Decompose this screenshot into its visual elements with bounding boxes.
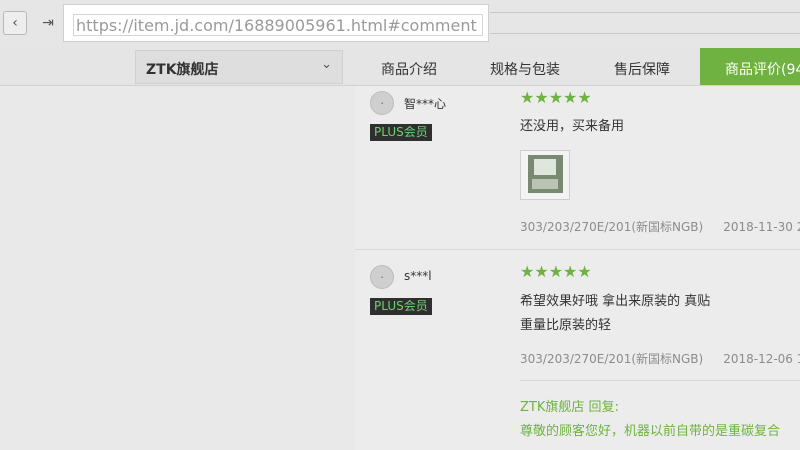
tab-specs-packaging[interactable]: 规格与包装: [490, 59, 560, 79]
address-bar: [63, 4, 489, 42]
review-date: 2018-11-30 20: [723, 220, 800, 234]
avatar[interactable]: ㆍ: [370, 91, 394, 115]
review-date: 2018-12-06 11: [723, 352, 800, 366]
review-meta: 303/203/270E/201(新国标NGB) 2018-12-06 11: [520, 350, 800, 367]
back-button[interactable]: ‹: [3, 11, 27, 35]
exit-button[interactable]: ⇥: [36, 11, 60, 35]
reviews-list: ㆍ 智***心 PLUS会员 ★★★★★ 还没用，买来备用 303/203/27…: [355, 86, 800, 450]
photo-image: [528, 155, 563, 193]
review-item: ㆍ 智***心 PLUS会员 ★★★★★ 还没用，买来备用 303/203/27…: [355, 86, 800, 250]
tab-reviews-label: 商品评价(94: [725, 62, 800, 78]
tab-after-sales[interactable]: 售后保障: [614, 59, 670, 79]
seller-reply-title: ZTK旗舰店 回复:: [520, 400, 619, 415]
face-icon: ㆍ: [376, 271, 388, 284]
star-rating: ★★★★★: [520, 262, 592, 281]
star-rating: ★★★★★: [520, 88, 592, 107]
reply-divider: [520, 380, 800, 381]
review-spec: 303/203/270E/201(新国标NGB): [520, 352, 704, 366]
review-photo-thumbnail[interactable]: [520, 150, 570, 200]
seller-reply-text: 尊敬的顾客您好，机器以前自带的是重碳复合: [520, 424, 781, 439]
shop-dropdown[interactable]: ZTK旗舰店 ⌄: [135, 50, 343, 84]
address-bar-extension: [490, 12, 800, 34]
review-item: ㆍ s***l PLUS会员 ★★★★★ 希望效果好哦 拿出来原装的 真贴 重量…: [355, 250, 800, 450]
shop-name: ZTK旗舰店: [146, 62, 219, 78]
plus-member-badge: PLUS会员: [370, 298, 432, 315]
review-text: 还没用，买来备用: [520, 119, 625, 134]
face-icon: ㆍ: [376, 97, 388, 110]
review-meta: 303/203/270E/201(新国标NGB) 2018-11-30 20: [520, 218, 800, 235]
tab-product-intro[interactable]: 商品介绍: [381, 59, 437, 79]
review-text-line-2: 重量比原装的轻: [520, 318, 612, 333]
exit-icon: ⇥: [42, 15, 54, 31]
chevron-down-icon: ⌄: [321, 57, 332, 72]
review-spec: 303/203/270E/201(新国标NGB): [520, 220, 704, 234]
avatar[interactable]: ㆍ: [370, 265, 394, 289]
review-username: 智***心: [404, 97, 447, 111]
chevron-left-icon: ‹: [12, 15, 18, 31]
tab-reviews[interactable]: 商品评价(94: [700, 48, 800, 85]
plus-member-badge: PLUS会员: [370, 124, 432, 141]
product-tabstrip: ZTK旗舰店 ⌄ 商品介绍 规格与包装 售后保障 商品评价(94: [0, 48, 800, 86]
review-text-line-1: 希望效果好哦 拿出来原装的 真贴: [520, 294, 711, 309]
review-username: s***l: [404, 269, 432, 283]
browser-toolbar: ‹ ⇥: [0, 0, 800, 48]
url-input[interactable]: [73, 14, 483, 36]
